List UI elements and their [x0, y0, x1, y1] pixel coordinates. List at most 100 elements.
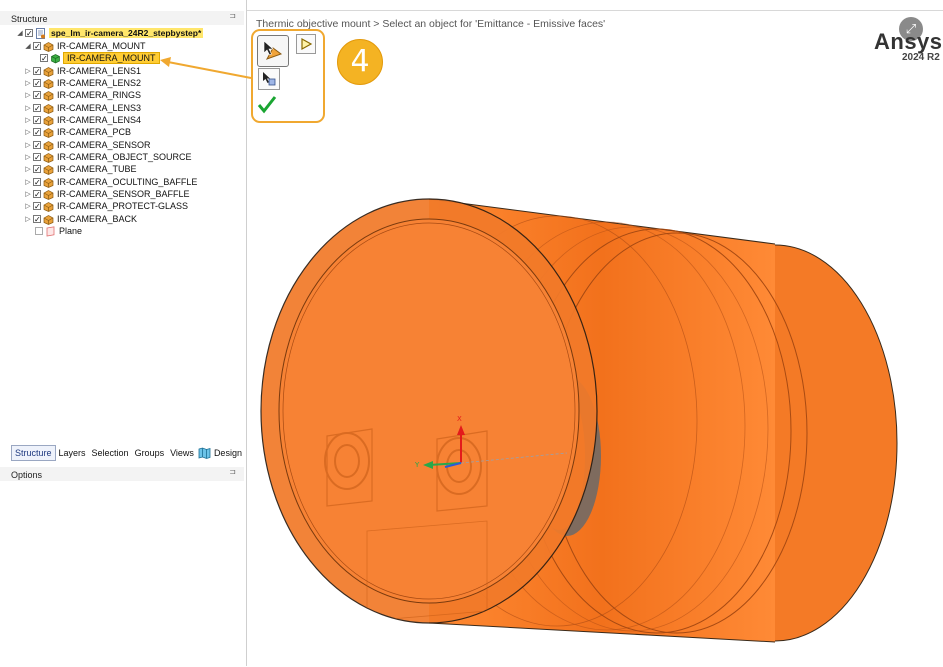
- pin-icon[interactable]: ⊐: [229, 11, 236, 20]
- tree-item-ir-camera-lens3[interactable]: ▷ ✓ IR-CAMERA_LENS3: [24, 102, 141, 114]
- tree-item-label: IR-CAMERA_RINGS: [57, 90, 142, 100]
- visibility-checkbox[interactable]: ✓: [33, 128, 41, 137]
- tab-selection[interactable]: Selection: [89, 446, 132, 460]
- tree-item-ir-camera-oculting-baffle[interactable]: ▷ ✓ IR-CAMERA_OCULTING_BAFFLE: [24, 176, 197, 188]
- design-map-icon[interactable]: [198, 447, 211, 459]
- expand-arrow-icon[interactable]: ▷: [24, 79, 32, 87]
- visibility-checkbox[interactable]: ✓: [25, 29, 33, 38]
- select-body-button[interactable]: [258, 68, 280, 90]
- validate-button[interactable]: [257, 93, 277, 115]
- tree-item-label: IR-CAMERA_OCULTING_BAFFLE: [57, 177, 198, 187]
- expand-arrow-icon[interactable]: ▷: [24, 104, 32, 112]
- expand-arrow-icon[interactable]: ▷: [24, 190, 32, 198]
- tree-item-ir-camera-back[interactable]: ▷ ✓ IR-CAMERA_BACK: [24, 213, 137, 225]
- structure-panel: Structure ⊐ ◢ ✓ spe_lm_ir-camera_24R2_st…: [0, 0, 247, 666]
- visibility-checkbox[interactable]: ✓: [33, 141, 41, 150]
- tree-item-ir-camera-mount-body[interactable]: ✓ IR-CAMERA_MOUNT: [40, 52, 160, 64]
- component-icon: [43, 115, 54, 126]
- camera-mount-3d-model[interactable]: X Y: [247, 11, 943, 667]
- tree-item-ir-camera-mount[interactable]: ◢ ✓ IR-CAMERA_MOUNT: [24, 40, 146, 52]
- tree-item-label: IR-CAMERA_LENS1: [57, 66, 142, 76]
- tab-views[interactable]: Views: [167, 446, 197, 460]
- play-button[interactable]: [296, 34, 316, 54]
- tree-item-ir-camera-rings[interactable]: ▷ ✓ IR-CAMERA_RINGS: [24, 89, 141, 101]
- tree-item-label: spe_lm_ir-camera_24R2_stepbystep*: [49, 28, 204, 38]
- visibility-checkbox[interactable]: ✓: [33, 104, 41, 113]
- expand-arrow-icon[interactable]: ▷: [24, 141, 32, 149]
- tree-item-label: IR-CAMERA_TUBE: [57, 164, 137, 174]
- tree-item-label: IR-CAMERA_PROTECT-GLASS: [57, 201, 189, 211]
- component-icon: [43, 103, 54, 114]
- visibility-checkbox[interactable]: ✓: [33, 165, 41, 174]
- tree-root-item[interactable]: ◢ ✓ spe_lm_ir-camera_24R2_stepbystep*: [16, 27, 204, 39]
- expand-arrow-icon[interactable]: ▷: [24, 91, 32, 99]
- tree-item-label: IR-CAMERA_PCB: [57, 127, 132, 137]
- tab-structure[interactable]: Structure: [11, 445, 56, 461]
- component-icon: [43, 201, 54, 212]
- 3d-viewport[interactable]: X Y Thermic objective mount > Select an …: [247, 10, 943, 667]
- visibility-checkbox[interactable]: ✓: [33, 79, 41, 88]
- tab-groups[interactable]: Groups: [132, 446, 168, 460]
- expand-arrow-icon[interactable]: ▷: [24, 165, 32, 173]
- tree-item-ir-camera-lens1[interactable]: ▷ ✓ IR-CAMERA_LENS1: [24, 65, 141, 77]
- tree-item-label: IR-CAMERA_SENSOR: [57, 140, 151, 150]
- tree-item-ir-camera-sensor-baffle[interactable]: ▷ ✓ IR-CAMERA_SENSOR_BAFFLE: [24, 188, 190, 200]
- component-icon: [43, 189, 54, 200]
- visibility-checkbox[interactable]: ✓: [33, 215, 41, 224]
- tree-item-label: IR-CAMERA_BACK: [57, 214, 138, 224]
- visibility-checkbox[interactable]: ✓: [33, 116, 41, 125]
- expand-arrow-icon[interactable]: ▷: [24, 202, 32, 210]
- tab-layers[interactable]: Layers: [56, 446, 89, 460]
- green-checkmark-icon: [257, 96, 277, 114]
- visibility-checkbox[interactable]: ✓: [33, 91, 41, 100]
- visibility-checkbox[interactable]: ✓: [33, 178, 41, 187]
- tree-item-ir-camera-protect-glass[interactable]: ▷ ✓ IR-CAMERA_PROTECT-GLASS: [24, 200, 188, 212]
- tree-item-ir-camera-lens2[interactable]: ▷ ✓ IR-CAMERA_LENS2: [24, 77, 141, 89]
- tree-item-label: IR-CAMERA_OBJECT_SOURCE: [57, 152, 192, 162]
- expand-arrow-icon[interactable]: ▷: [24, 128, 32, 136]
- document-icon: [36, 27, 45, 39]
- play-triangle-icon: [301, 37, 313, 51]
- tree-item-ir-camera-object-source[interactable]: ▷ ✓ IR-CAMERA_OBJECT_SOURCE: [24, 151, 192, 163]
- tree-item-label: IR-CAMERA_LENS3: [57, 103, 142, 113]
- tab-design[interactable]: Design: [211, 446, 245, 460]
- tree-item-ir-camera-sensor[interactable]: ▷ ✓ IR-CAMERA_SENSOR: [24, 139, 151, 151]
- component-icon: [43, 214, 54, 225]
- tree-item-plane[interactable]: ✓ Plane: [35, 225, 82, 237]
- component-icon: [43, 41, 54, 52]
- component-icon: [43, 152, 54, 163]
- select-arrow-icon: [263, 40, 283, 60]
- version-label: 2024 R2: [902, 52, 940, 63]
- visibility-checkbox[interactable]: ✓: [40, 54, 48, 63]
- collapse-arrow-icon[interactable]: ◢: [16, 29, 24, 37]
- pin-icon[interactable]: ⊐: [229, 467, 236, 476]
- collapse-arrow-icon[interactable]: ◢: [24, 42, 32, 50]
- component-icon: [43, 127, 54, 138]
- tree-item-label: IR-CAMERA_MOUNT: [57, 41, 146, 51]
- options-panel-header: Options ⊐: [0, 467, 244, 481]
- select-body-icon: [263, 72, 276, 86]
- structure-panel-header: Structure ⊐: [0, 11, 244, 25]
- visibility-checkbox[interactable]: ✓: [33, 202, 41, 211]
- expand-arrow-icon[interactable]: ▷: [24, 153, 32, 161]
- tree-item-label: IR-CAMERA_SENSOR_BAFFLE: [57, 189, 190, 199]
- visibility-checkbox[interactable]: ✓: [33, 153, 41, 162]
- tree-item-ir-camera-lens4[interactable]: ▷ ✓ IR-CAMERA_LENS4: [24, 114, 141, 126]
- visibility-checkbox[interactable]: ✓: [33, 190, 41, 199]
- tree-item-label: Plane: [59, 226, 83, 236]
- expand-arrow-icon[interactable]: ▷: [24, 116, 32, 124]
- expand-arrow-icon[interactable]: ▷: [24, 178, 32, 186]
- visibility-checkbox[interactable]: ✓: [35, 227, 43, 235]
- visibility-checkbox[interactable]: ✓: [33, 42, 41, 51]
- component-icon: [43, 90, 54, 101]
- solid-body-icon: [51, 53, 60, 63]
- expand-arrow-icon[interactable]: ▷: [24, 67, 32, 75]
- select-tool-button[interactable]: [257, 35, 289, 67]
- tree-item-ir-camera-tube[interactable]: ▷ ✓ IR-CAMERA_TUBE: [24, 163, 137, 175]
- expand-arrow-icon[interactable]: ▷: [24, 215, 32, 223]
- component-icon: [43, 66, 54, 77]
- axis-x-label: X: [457, 415, 462, 423]
- tree-item-ir-camera-pcb[interactable]: ▷ ✓ IR-CAMERA_PCB: [24, 126, 131, 138]
- visibility-checkbox[interactable]: ✓: [33, 67, 41, 76]
- panel-tabs: Structure Layers Selection Groups Views …: [11, 445, 245, 461]
